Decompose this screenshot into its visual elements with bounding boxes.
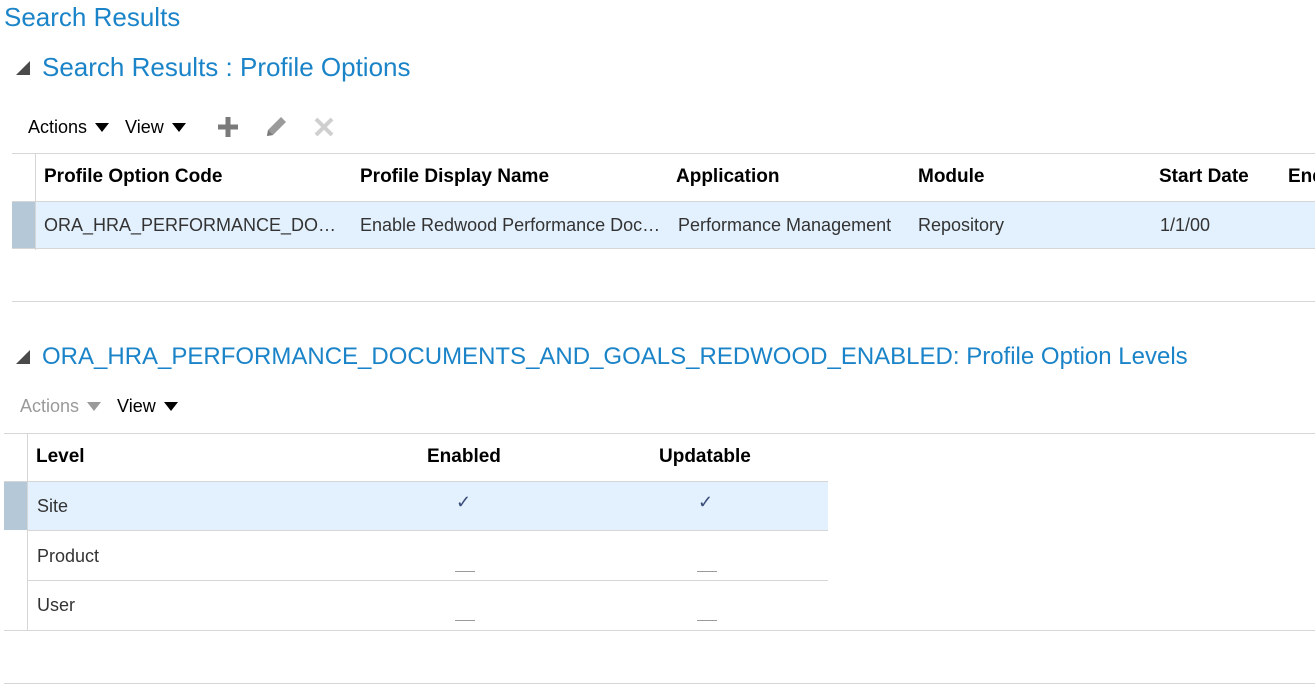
column-header-module[interactable]: Module [918,166,985,188]
table-footer-border [12,301,1315,302]
column-header-application[interactable]: Application [676,166,779,188]
profile-option-levels-section-title: ORA_HRA_PERFORMANCE_DOCUMENTS_AND_GOALS_… [42,343,1188,370]
profile-option-levels-toolbar: Actions View [20,396,178,417]
table-top-border [4,433,1315,434]
view-menu-label: View [117,396,156,416]
chevron-down-icon [163,402,178,411]
profile-option-levels-section-header[interactable]: ORA_HRA_PERFORMANCE_DOCUMENTS_AND_GOALS_… [14,343,1188,371]
row-bottom-border [12,248,1315,249]
row-bottom-border [28,530,828,531]
chevron-down-icon [95,122,110,132]
add-icon[interactable] [214,113,242,141]
cell-application: Performance Management [678,215,892,235]
row-header-divider [27,433,28,631]
actions-menu[interactable]: Actions [28,116,110,138]
column-header-profile-option-code[interactable]: Profile Option Code [44,166,222,188]
view-menu[interactable]: View [117,396,178,417]
view-menu-label: View [125,116,164,137]
actions-menu-disabled: Actions [20,396,102,417]
cell-profile-display-name: Enable Redwood Performance Doc… [360,215,661,235]
chevron-down-icon [171,122,186,132]
column-header-end-date[interactable]: End [1288,166,1315,188]
actions-menu-label: Actions [20,396,80,416]
row-selector[interactable] [4,482,27,530]
checkmark-icon: ✓ [698,492,714,512]
column-header-start-date[interactable]: Start Date [1159,166,1249,188]
edit-icon[interactable] [262,113,290,141]
profile-options-section-title: Search Results : Profile Options [42,52,411,82]
column-header-profile-display-name[interactable]: Profile Display Name [360,166,549,188]
table-top-border [12,153,1315,154]
unchecked-dash-icon [455,559,475,577]
column-header-updatable[interactable]: Updatable [659,446,751,468]
view-menu[interactable]: View [125,117,186,138]
table-footer-border [4,683,1315,684]
unchecked-dash-icon [697,559,717,577]
profile-options-toolbar: Actions View [28,113,338,141]
collapse-triangle-icon[interactable] [14,348,32,366]
row-bottom-border [28,580,828,581]
cell-module: Repository [918,215,1005,235]
collapse-triangle-icon[interactable] [14,59,32,77]
column-header-enabled[interactable]: Enabled [427,446,501,468]
profile-options-section-header[interactable]: Search Results : Profile Options [14,52,411,83]
cell-level: Site [37,496,69,516]
page-title: Search Results [4,2,181,32]
column-header-level[interactable]: Level [36,446,85,468]
actions-menu-label: Actions [28,116,88,137]
table-bottom-border [4,630,1315,631]
cell-level: Product [37,546,100,566]
checkmark-icon: ✓ [456,492,472,512]
unchecked-dash-icon [697,608,717,626]
cell-level: User [37,595,76,615]
unchecked-dash-icon [455,608,475,626]
cell-profile-option-code: ORA_HRA_PERFORMANCE_DO… [44,215,337,235]
chevron-down-icon [87,402,102,411]
delete-icon[interactable] [310,113,338,141]
cell-start-date: 1/1/00 [1160,215,1211,235]
row-selector[interactable] [12,202,35,248]
